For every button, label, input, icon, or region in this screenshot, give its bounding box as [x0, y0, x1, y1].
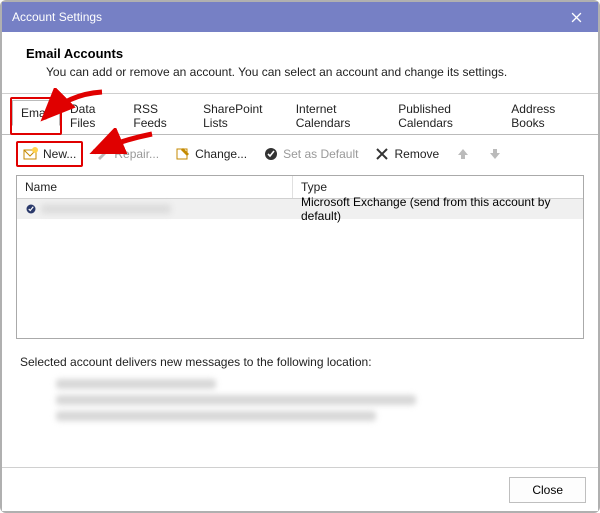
delivery-location-redacted	[56, 379, 580, 421]
remove-button[interactable]: Remove	[369, 143, 444, 165]
col-name[interactable]: Name	[17, 176, 293, 198]
arrow-down-icon	[487, 146, 503, 162]
change-button[interactable]: Change...	[170, 143, 252, 165]
close-icon[interactable]	[554, 2, 598, 32]
tab-internet-calendars[interactable]: Internet Calendars	[288, 97, 391, 135]
default-label: Set as Default	[283, 147, 358, 161]
new-label: New...	[43, 147, 76, 161]
arrow-up-icon	[455, 146, 471, 162]
tab-published-calendars[interactable]: Published Calendars	[390, 97, 503, 135]
header-heading: Email Accounts	[26, 46, 574, 61]
titlebar: Account Settings	[2, 2, 598, 32]
delivery-info: Selected account delivers new messages t…	[2, 339, 598, 431]
table-row[interactable]: Microsoft Exchange (send from this accou…	[17, 199, 583, 219]
delivery-info-text: Selected account delivers new messages t…	[20, 355, 580, 369]
check-circle-icon	[263, 146, 279, 162]
remove-label: Remove	[394, 147, 439, 161]
set-default-button: Set as Default	[258, 143, 363, 165]
tab-sharepoint-lists[interactable]: SharePoint Lists	[195, 97, 288, 135]
accounts-table: Name Type Microsoft Exchange (send from …	[16, 175, 584, 339]
change-icon	[175, 146, 191, 162]
new-button[interactable]: New...	[18, 143, 81, 165]
header: Email Accounts You can add or remove an …	[2, 32, 598, 93]
account-name-redacted	[41, 204, 171, 214]
cell-type: Microsoft Exchange (send from this accou…	[293, 193, 583, 225]
tab-address-books[interactable]: Address Books	[503, 97, 590, 135]
close-button[interactable]: Close	[509, 477, 586, 503]
annotation-arrow-2	[88, 128, 158, 162]
default-account-icon	[25, 203, 37, 215]
remove-icon	[374, 146, 390, 162]
header-subtext: You can add or remove an account. You ca…	[46, 65, 574, 79]
footer: Close	[2, 467, 598, 511]
window-title: Account Settings	[12, 10, 102, 24]
move-up-button	[450, 143, 476, 165]
cell-name	[17, 201, 293, 217]
annotation-arrow-1	[38, 88, 108, 128]
new-mail-icon	[23, 146, 39, 162]
change-label: Change...	[195, 147, 247, 161]
move-down-button	[482, 143, 508, 165]
